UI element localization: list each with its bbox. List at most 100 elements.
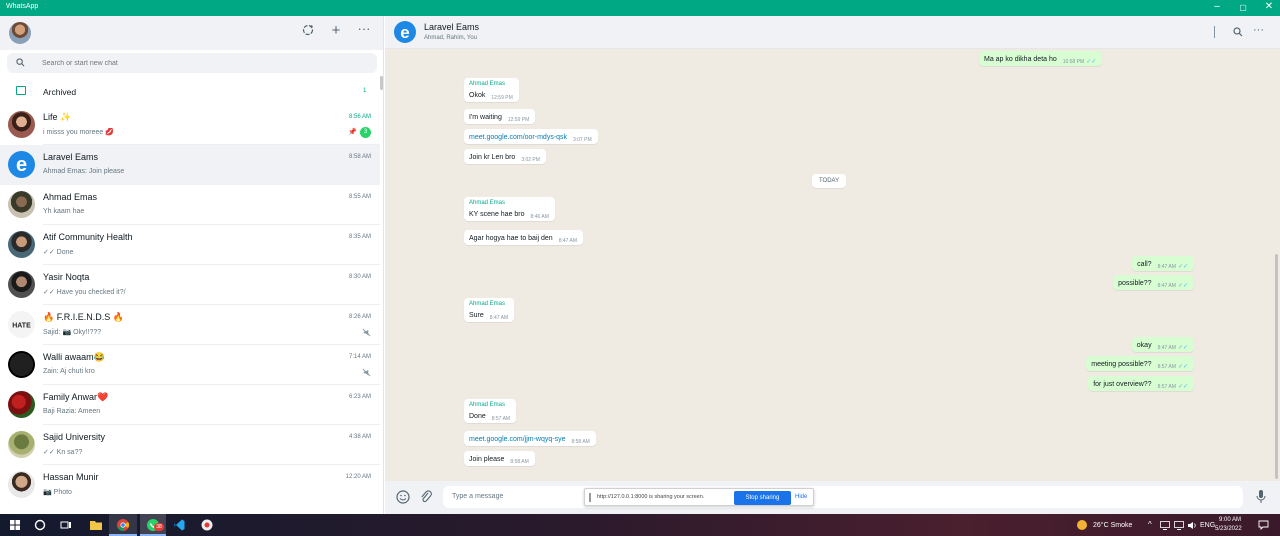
search-input[interactable] xyxy=(42,56,362,70)
vscode-icon[interactable] xyxy=(172,518,186,532)
chat-time: 7:14 AM xyxy=(348,354,371,360)
hide-share-bar-button[interactable]: Hide xyxy=(795,494,807,500)
conversation-header[interactable]: e Laravel Eams Ahmad, Rahim, You ··· xyxy=(385,16,1280,49)
stop-sharing-button[interactable]: Stop sharing xyxy=(734,491,791,505)
chat-preview: ✓✓ Have you checked it?/ xyxy=(43,289,126,296)
chat-item[interactable]: Walli awaam😂 Zain: Aj chuti kro 7:14 AM xyxy=(0,345,380,385)
message-bubble[interactable]: Ahmad Emas Done 8:57 AM xyxy=(464,399,517,423)
chat-preview: Ahmad Emas: Join please xyxy=(43,168,125,175)
message-bubble[interactable]: meet.google.com/oor-mdys-qsk 3:07 PM xyxy=(464,129,598,144)
message-time: 8:47 AM xyxy=(558,238,578,244)
language-indicator-icon[interactable]: ENG xyxy=(1200,522,1215,529)
message-link[interactable]: meet.google.com/jjm-wqyq-sye xyxy=(469,436,565,443)
attach-icon[interactable] xyxy=(420,490,432,504)
sender-name: Ahmad Emas xyxy=(469,402,506,408)
message-bubble[interactable]: Join please 8:58 AM xyxy=(464,451,535,466)
chat-item[interactable]: Life ✨ i misss you moreee 💋 8:56 AM 📌 3 xyxy=(0,105,380,145)
archived-label: Archived xyxy=(43,87,77,97)
network-icon[interactable] xyxy=(1174,521,1184,530)
chat-item[interactable]: Hassan Munir 📷 Photo 12:20 AM xyxy=(0,465,380,505)
drag-handle-icon[interactable] xyxy=(589,493,591,502)
group-avatar[interactable]: e xyxy=(394,21,416,43)
new-chat-icon[interactable]: + xyxy=(328,22,344,39)
chat-time: 8:56 AM xyxy=(348,114,371,120)
chat-item[interactable]: Family Anwar❤️ Baji Razia: Ameen 6:23 AM xyxy=(0,385,380,425)
message-bubble[interactable]: Ahmad Emas Okok 12:59 PM xyxy=(464,78,519,102)
message-time: 12:59 PM xyxy=(507,117,530,123)
app-taskbar-icon[interactable] xyxy=(200,518,214,532)
chat-time: 8:58 AM xyxy=(348,154,371,160)
task-view-icon[interactable] xyxy=(59,518,73,532)
message-text: okay xyxy=(1136,342,1152,349)
message-link[interactable]: meet.google.com/oor-mdys-qsk xyxy=(469,134,567,141)
chat-time: 12:20 AM xyxy=(345,474,371,480)
message-text: Okok xyxy=(469,92,486,99)
whatsapp-taskbar-item[interactable]: 38 xyxy=(140,514,166,536)
message-bubble[interactable]: okay 8:47 AM ✓✓ xyxy=(1131,337,1194,352)
close-icon[interactable]: ✕ xyxy=(1259,1,1279,12)
message-input[interactable]: Type a message http://127.0.0.1:8000 is … xyxy=(443,486,1243,508)
chat-item[interactable]: Atif Community Health ✓✓ Done 8:35 AM xyxy=(0,225,380,265)
sender-name: Ahmad Emas xyxy=(469,81,506,87)
chat-item[interactable]: Sajid University ✓✓ Kn sa?? 4:38 AM xyxy=(0,425,380,465)
conversation-panel: e Laravel Eams Ahmad, Rahim, You ··· Ma … xyxy=(385,16,1280,514)
maximize-icon[interactable]: ▢ xyxy=(1233,3,1253,12)
chat-name: Sajid University xyxy=(43,432,106,442)
chat-item[interactable]: Yasir Noqta ✓✓ Have you checked it?/ 8:3… xyxy=(0,265,380,305)
message-text: Agar hogya hae to baij den xyxy=(469,235,553,242)
sidebar-scrollbar[interactable] xyxy=(380,76,383,90)
chat-avatar xyxy=(8,111,35,138)
clock-date[interactable]: 5/23/2022 xyxy=(1215,526,1242,532)
microphone-icon[interactable] xyxy=(1256,489,1266,504)
status-icon[interactable] xyxy=(300,24,316,39)
profile-avatar[interactable] xyxy=(9,22,31,44)
chat-avatar xyxy=(8,231,35,258)
muted-icon xyxy=(362,368,371,377)
chat-time: 8:30 AM xyxy=(348,274,371,280)
tray-chevron-icon[interactable]: ^ xyxy=(1148,520,1152,529)
chat-item[interactable]: e Laravel Eams Ahmad Emas: Join please 8… xyxy=(0,145,380,185)
message-bubble[interactable]: for just overview?? 8:57 AM ✓✓ xyxy=(1088,376,1194,391)
volume-icon[interactable] xyxy=(1187,521,1197,530)
windows-start-icon[interactable] xyxy=(8,518,22,532)
chat-preview: Sajid: 📷 Oky!!??? xyxy=(43,329,102,336)
minimize-icon[interactable]: – xyxy=(1207,1,1227,12)
message-bubble[interactable]: possible?? 8:47 AM ✓✓ xyxy=(1113,275,1194,290)
clock-time[interactable]: 9:00 AM xyxy=(1219,517,1241,523)
conversation-menu-icon[interactable]: ··· xyxy=(1253,24,1264,36)
emoji-icon[interactable] xyxy=(396,490,410,504)
message-bubble[interactable]: Join kr Len bro 3:02 PM xyxy=(464,149,546,164)
read-receipt-icon: ✓✓ xyxy=(1177,384,1188,390)
day-divider: TODAY xyxy=(812,174,847,188)
message-bubble[interactable]: meeting possible?? 8:57 AM ✓✓ xyxy=(1086,356,1194,371)
message-bubble[interactable]: call? 8:47 AM ✓✓ xyxy=(1132,256,1194,271)
message-bubble[interactable]: Ahmad Emas KY scene hae bro 8:46 AM xyxy=(464,197,555,221)
message-time: 8:47 AM xyxy=(489,315,509,321)
chat-preview: ✓✓ Done xyxy=(43,249,74,256)
message-bubble[interactable]: I'm waiting 12:59 PM xyxy=(464,109,536,124)
chat-avatar xyxy=(8,391,35,418)
read-receipt-icon: ✓✓ xyxy=(1086,59,1097,65)
chat-item[interactable]: HATE 🔥 F.R.I.E.N.D.S 🔥 Sajid: 📷 Oky!!???… xyxy=(0,305,380,345)
network-icon[interactable] xyxy=(1160,521,1170,530)
weather-text[interactable]: 26°C Smoke xyxy=(1093,522,1132,529)
archived-row[interactable]: Archived 1 xyxy=(0,78,383,103)
weather-icon[interactable] xyxy=(1077,520,1087,530)
cortana-search-icon[interactable] xyxy=(33,518,47,532)
menu-icon[interactable]: ··· xyxy=(356,21,372,36)
notifications-icon[interactable] xyxy=(1258,520,1269,530)
chrome-taskbar-item[interactable] xyxy=(109,514,137,536)
conversation-scrollbar[interactable] xyxy=(1275,254,1278,479)
sender-name: Ahmad Emas xyxy=(469,301,506,307)
chat-avatar xyxy=(8,191,35,218)
message-bubble[interactable]: meet.google.com/jjm-wqyq-sye 8:58 AM xyxy=(464,431,596,446)
screen-share-message: http://127.0.0.1:8000 is sharing your sc… xyxy=(597,494,705,500)
chat-item[interactable]: Ahmad Emas Yh kaam hae 8:55 AM xyxy=(0,185,380,225)
chat-preview: Zain: Aj chuti kro xyxy=(43,368,95,375)
search-messages-icon[interactable] xyxy=(1233,27,1243,37)
file-explorer-icon[interactable] xyxy=(89,518,103,532)
message-time: 8:58 AM xyxy=(571,439,590,445)
message-bubble[interactable]: Ma ap ko dikha deta ho 10:58 PM ✓✓ xyxy=(979,51,1103,66)
message-bubble[interactable]: Agar hogya hae to baij den 8:47 AM xyxy=(464,230,584,245)
message-bubble[interactable]: Ahmad Emas Sure 8:47 AM xyxy=(464,298,515,322)
